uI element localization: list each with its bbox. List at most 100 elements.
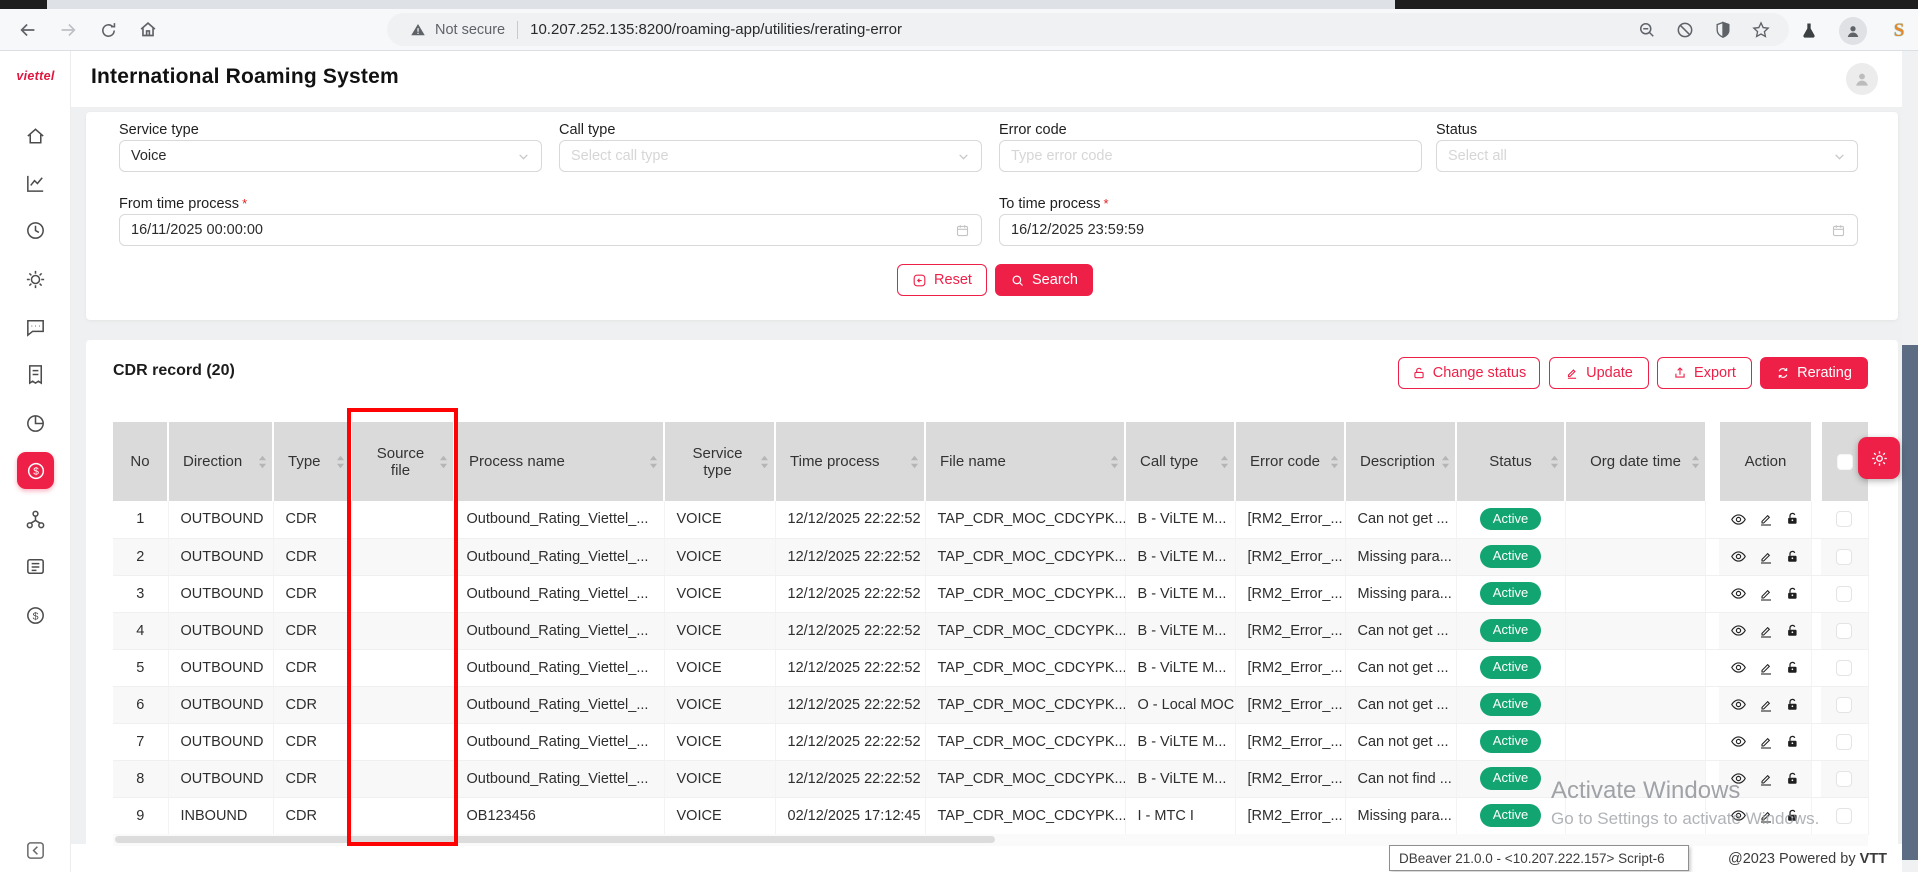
col-header-error-code[interactable]: Error code: [1235, 422, 1345, 501]
view-icon[interactable]: [1730, 807, 1747, 824]
col-header-org-date-time[interactable]: Org date time: [1565, 422, 1705, 501]
reload-icon[interactable]: [94, 16, 122, 44]
address-bar[interactable]: Not secure 10.207.252.135:8200/roaming-a…: [387, 13, 1789, 46]
col-header-service-type[interactable]: Service type: [664, 422, 775, 501]
url-text: 10.207.252.135:8200/roaming-app/utilitie…: [530, 21, 902, 38]
row-checkbox[interactable]: [1836, 549, 1852, 565]
edit-icon[interactable]: [1758, 660, 1774, 676]
browser-profile-avatar[interactable]: [1838, 16, 1868, 46]
sidebar-item-statistics[interactable]: [24, 412, 47, 435]
change-status-button[interactable]: Change status: [1398, 357, 1540, 389]
sidebar-item-home[interactable]: [24, 125, 47, 148]
edit-icon[interactable]: [1758, 697, 1774, 713]
col-header-status[interactable]: Status: [1456, 422, 1565, 501]
sidebar-item-news[interactable]: [24, 555, 47, 578]
row-checkbox[interactable]: [1836, 771, 1852, 787]
view-icon[interactable]: [1730, 585, 1747, 602]
row-checkbox[interactable]: [1836, 734, 1852, 750]
col-header-description[interactable]: Description: [1345, 422, 1456, 501]
lock-icon[interactable]: [1785, 734, 1800, 750]
flask-extension-icon[interactable]: [1794, 16, 1824, 46]
edit-icon[interactable]: [1758, 586, 1774, 602]
col-header-type[interactable]: Type: [273, 422, 351, 501]
from-time-input[interactable]: 16/11/2025 00:00:00: [119, 214, 982, 246]
sidebar-item-rating-config[interactable]: [24, 268, 47, 291]
col-header-file-name[interactable]: File name: [925, 422, 1125, 501]
lock-icon[interactable]: [1785, 697, 1800, 713]
extension-s-icon[interactable]: S: [1884, 16, 1914, 46]
view-icon[interactable]: [1730, 696, 1747, 713]
sidebar-item-messages[interactable]: [24, 316, 47, 339]
error-code-input[interactable]: Type error code: [999, 140, 1422, 172]
lock-icon[interactable]: [1785, 623, 1800, 639]
export-button[interactable]: Export: [1657, 357, 1752, 389]
cell-select: [1821, 575, 1868, 612]
col-header-direction[interactable]: Direction: [168, 422, 273, 501]
update-button[interactable]: Update: [1549, 357, 1649, 389]
status-select[interactable]: Select all: [1436, 140, 1858, 172]
view-icon[interactable]: [1730, 770, 1747, 787]
to-time-input[interactable]: 16/12/2025 23:59:59: [999, 214, 1858, 246]
row-checkbox[interactable]: [1836, 660, 1852, 676]
lock-icon[interactable]: [1785, 660, 1800, 676]
rerating-button[interactable]: Rerating: [1760, 357, 1868, 389]
col-header-process-name[interactable]: Process name: [454, 422, 664, 501]
lock-icon[interactable]: [1785, 511, 1800, 527]
view-icon[interactable]: [1730, 548, 1747, 565]
view-icon[interactable]: [1730, 511, 1747, 528]
cell-action: [1719, 723, 1811, 760]
row-checkbox[interactable]: [1836, 697, 1852, 713]
bookmark-star-icon[interactable]: [1751, 20, 1771, 40]
col-header-source-file[interactable]: Source file: [351, 422, 454, 501]
cell-call-type: B - ViLTE M...: [1125, 575, 1235, 612]
reset-button[interactable]: Reset: [897, 264, 987, 296]
sidebar-collapse-icon[interactable]: [24, 839, 47, 862]
user-avatar[interactable]: [1846, 63, 1878, 95]
home-icon[interactable]: [134, 16, 162, 44]
lock-icon[interactable]: [1785, 586, 1800, 602]
unlock-icon: [1412, 366, 1426, 380]
cell-time-process: 12/12/2025 22:22:52: [775, 538, 925, 575]
row-checkbox[interactable]: [1836, 511, 1852, 527]
cell-select: [1821, 686, 1868, 723]
edit-icon[interactable]: [1758, 623, 1774, 639]
settings-fab[interactable]: [1858, 437, 1900, 479]
back-icon[interactable]: [14, 16, 42, 44]
search-button[interactable]: Search: [995, 264, 1093, 296]
scrollbar-thumb[interactable]: [115, 836, 995, 843]
sidebar-item-workflow[interactable]: [24, 508, 47, 531]
sidebar-item-billing[interactable]: $: [24, 604, 47, 627]
lock-icon[interactable]: [1785, 771, 1800, 787]
view-icon[interactable]: [1730, 733, 1747, 750]
sidebar-item-utilities-active[interactable]: $: [17, 452, 54, 489]
row-checkbox[interactable]: [1836, 586, 1852, 602]
row-checkbox[interactable]: [1836, 808, 1852, 824]
edit-icon[interactable]: [1758, 808, 1774, 824]
blocked-content-icon[interactable]: [1675, 20, 1695, 40]
edit-icon[interactable]: [1758, 549, 1774, 565]
search-icon: [1010, 273, 1025, 288]
shield-icon[interactable]: [1713, 20, 1733, 40]
sidebar-item-reports[interactable]: [24, 172, 47, 195]
cell-process-name: Outbound_Rating_Viettel_...: [454, 612, 664, 649]
zoom-out-icon[interactable]: [1637, 20, 1657, 40]
select-all-checkbox[interactable]: [1837, 454, 1853, 470]
edit-icon[interactable]: [1758, 511, 1774, 527]
edit-icon[interactable]: [1758, 734, 1774, 750]
col-header-time-process[interactable]: Time process: [775, 422, 925, 501]
sidebar-item-invoices[interactable]: [24, 363, 47, 386]
cell-description: Missing para...: [1345, 538, 1456, 575]
view-icon[interactable]: [1730, 659, 1747, 676]
col-header-call-type[interactable]: Call type: [1125, 422, 1235, 501]
forward-icon[interactable]: [54, 16, 82, 44]
cell-action: [1719, 575, 1811, 612]
call-type-select[interactable]: Select call type: [559, 140, 982, 172]
view-icon[interactable]: [1730, 622, 1747, 639]
edit-icon[interactable]: [1758, 771, 1774, 787]
service-type-select[interactable]: Voice: [119, 140, 542, 172]
sidebar-item-monitoring[interactable]: [24, 219, 47, 242]
row-checkbox[interactable]: [1836, 623, 1852, 639]
page-scrollbar-thumb[interactable]: [1902, 345, 1918, 860]
lock-icon[interactable]: [1785, 808, 1800, 824]
lock-icon[interactable]: [1785, 549, 1800, 565]
